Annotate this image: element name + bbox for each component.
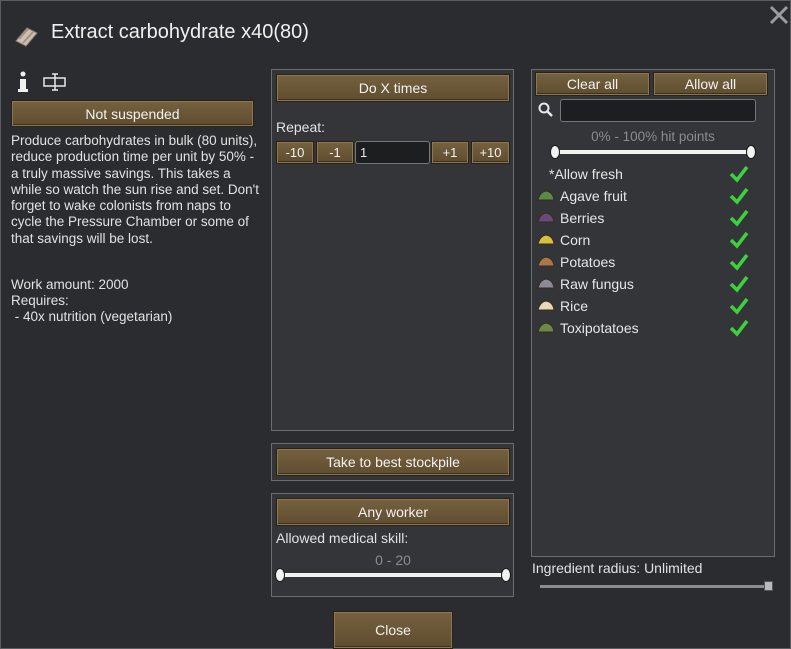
skill-slider-max-handle[interactable]: [501, 568, 511, 582]
ingredient-check-icon[interactable]: [729, 231, 749, 249]
ingredient-label: Rice: [560, 298, 589, 314]
ingredient-icon: [537, 212, 555, 223]
ingredient-icon: [537, 278, 555, 289]
rename-button[interactable]: [43, 73, 67, 91]
ingredient-check-icon[interactable]: [729, 275, 749, 293]
hitpoints-range-text: 0% - 100% hit points: [591, 129, 715, 144]
ingredient-row[interactable]: Potatoes: [537, 251, 757, 273]
hitpoints-slider-max-handle[interactable]: [746, 145, 756, 159]
filter-search-input[interactable]: [560, 99, 756, 122]
ingredient-row[interactable]: Rice: [537, 295, 757, 317]
ingredient-label: Toxipotatoes: [560, 320, 639, 336]
repeat-count-input[interactable]: [355, 141, 430, 164]
ingredient-check-icon[interactable]: [729, 297, 749, 315]
requires-item: - 40x nutrition (vegetarian): [11, 309, 173, 324]
ingredient-row[interactable]: Agave fruit: [537, 185, 757, 207]
hitpoints-range-slider[interactable]: [555, 150, 751, 154]
ingredient-icon: [537, 190, 555, 201]
ingredient-check-icon[interactable]: [729, 319, 749, 337]
ingredient-icon: [537, 234, 555, 245]
ingredient-icon: [537, 300, 555, 311]
window-title: Extract carbohydrate x40(80): [51, 21, 309, 43]
worker-select-button[interactable]: Any worker: [276, 498, 510, 526]
skill-range-slider[interactable]: [279, 573, 509, 577]
skill-label: Allowed medical skill:: [276, 530, 409, 546]
ingredient-check-icon[interactable]: [729, 253, 749, 271]
ingredient-row[interactable]: Corn: [537, 229, 757, 251]
ingredient-label: Corn: [560, 232, 591, 248]
allow-fresh-check-icon[interactable]: [729, 165, 749, 183]
ingredient-label: Agave fruit: [560, 188, 627, 204]
ingredient-radius-label: Ingredient radius: Unlimited: [532, 560, 703, 576]
bill-config-window: Extract carbohydrate x40(80) Not suspend…: [0, 0, 791, 649]
allow-fresh-label: *Allow fresh: [549, 166, 623, 182]
ingredient-label: Berries: [560, 210, 605, 226]
recipe-description: Produce carbohydrates in bulk (80 units)…: [11, 133, 259, 246]
ingredient-row[interactable]: Raw fungus: [537, 273, 757, 295]
ingredient-row[interactable]: Toxipotatoes: [537, 317, 757, 339]
repeat-mode-button[interactable]: Do X times: [276, 74, 510, 102]
close-button[interactable]: Close: [333, 611, 453, 649]
rename-icon: [43, 73, 66, 91]
store-mode-button[interactable]: Take to best stockpile: [276, 448, 510, 476]
suspend-toggle-button[interactable]: Not suspended: [11, 100, 254, 127]
hitpoints-slider-min-handle[interactable]: [550, 145, 560, 159]
requires-label: Requires:: [11, 293, 69, 308]
ingredient-check-icon[interactable]: [729, 209, 749, 227]
recipe-icon: [15, 27, 38, 47]
minus-1-button[interactable]: -1: [316, 141, 354, 164]
ingredient-check-icon[interactable]: [729, 187, 749, 205]
plus-1-button[interactable]: +1: [431, 141, 469, 164]
skill-slider-min-handle[interactable]: [275, 568, 285, 582]
ingredient-row[interactable]: Berries: [537, 207, 757, 229]
info-icon: [18, 71, 28, 92]
search-icon: [538, 102, 553, 117]
ingredient-radius-slider[interactable]: [540, 585, 772, 588]
clear-all-button[interactable]: Clear all: [535, 72, 650, 96]
info-button[interactable]: [16, 71, 30, 93]
close-icon: [769, 5, 789, 25]
ingredient-radius-handle[interactable]: [764, 581, 773, 591]
plus-10-button[interactable]: +10: [471, 141, 510, 164]
work-amount-text: Work amount: 2000: [11, 277, 129, 292]
minus-10-button[interactable]: -10: [276, 141, 314, 164]
close-window-button[interactable]: [767, 3, 791, 27]
ingredient-icon: [537, 322, 555, 333]
skill-range-text: 0 - 20: [375, 552, 411, 568]
allow-all-button[interactable]: Allow all: [653, 72, 768, 96]
repeat-label: Repeat:: [276, 119, 326, 135]
ingredient-icon: [537, 256, 555, 267]
ingredient-label: Potatoes: [560, 254, 616, 270]
ingredient-label: Raw fungus: [560, 276, 634, 292]
